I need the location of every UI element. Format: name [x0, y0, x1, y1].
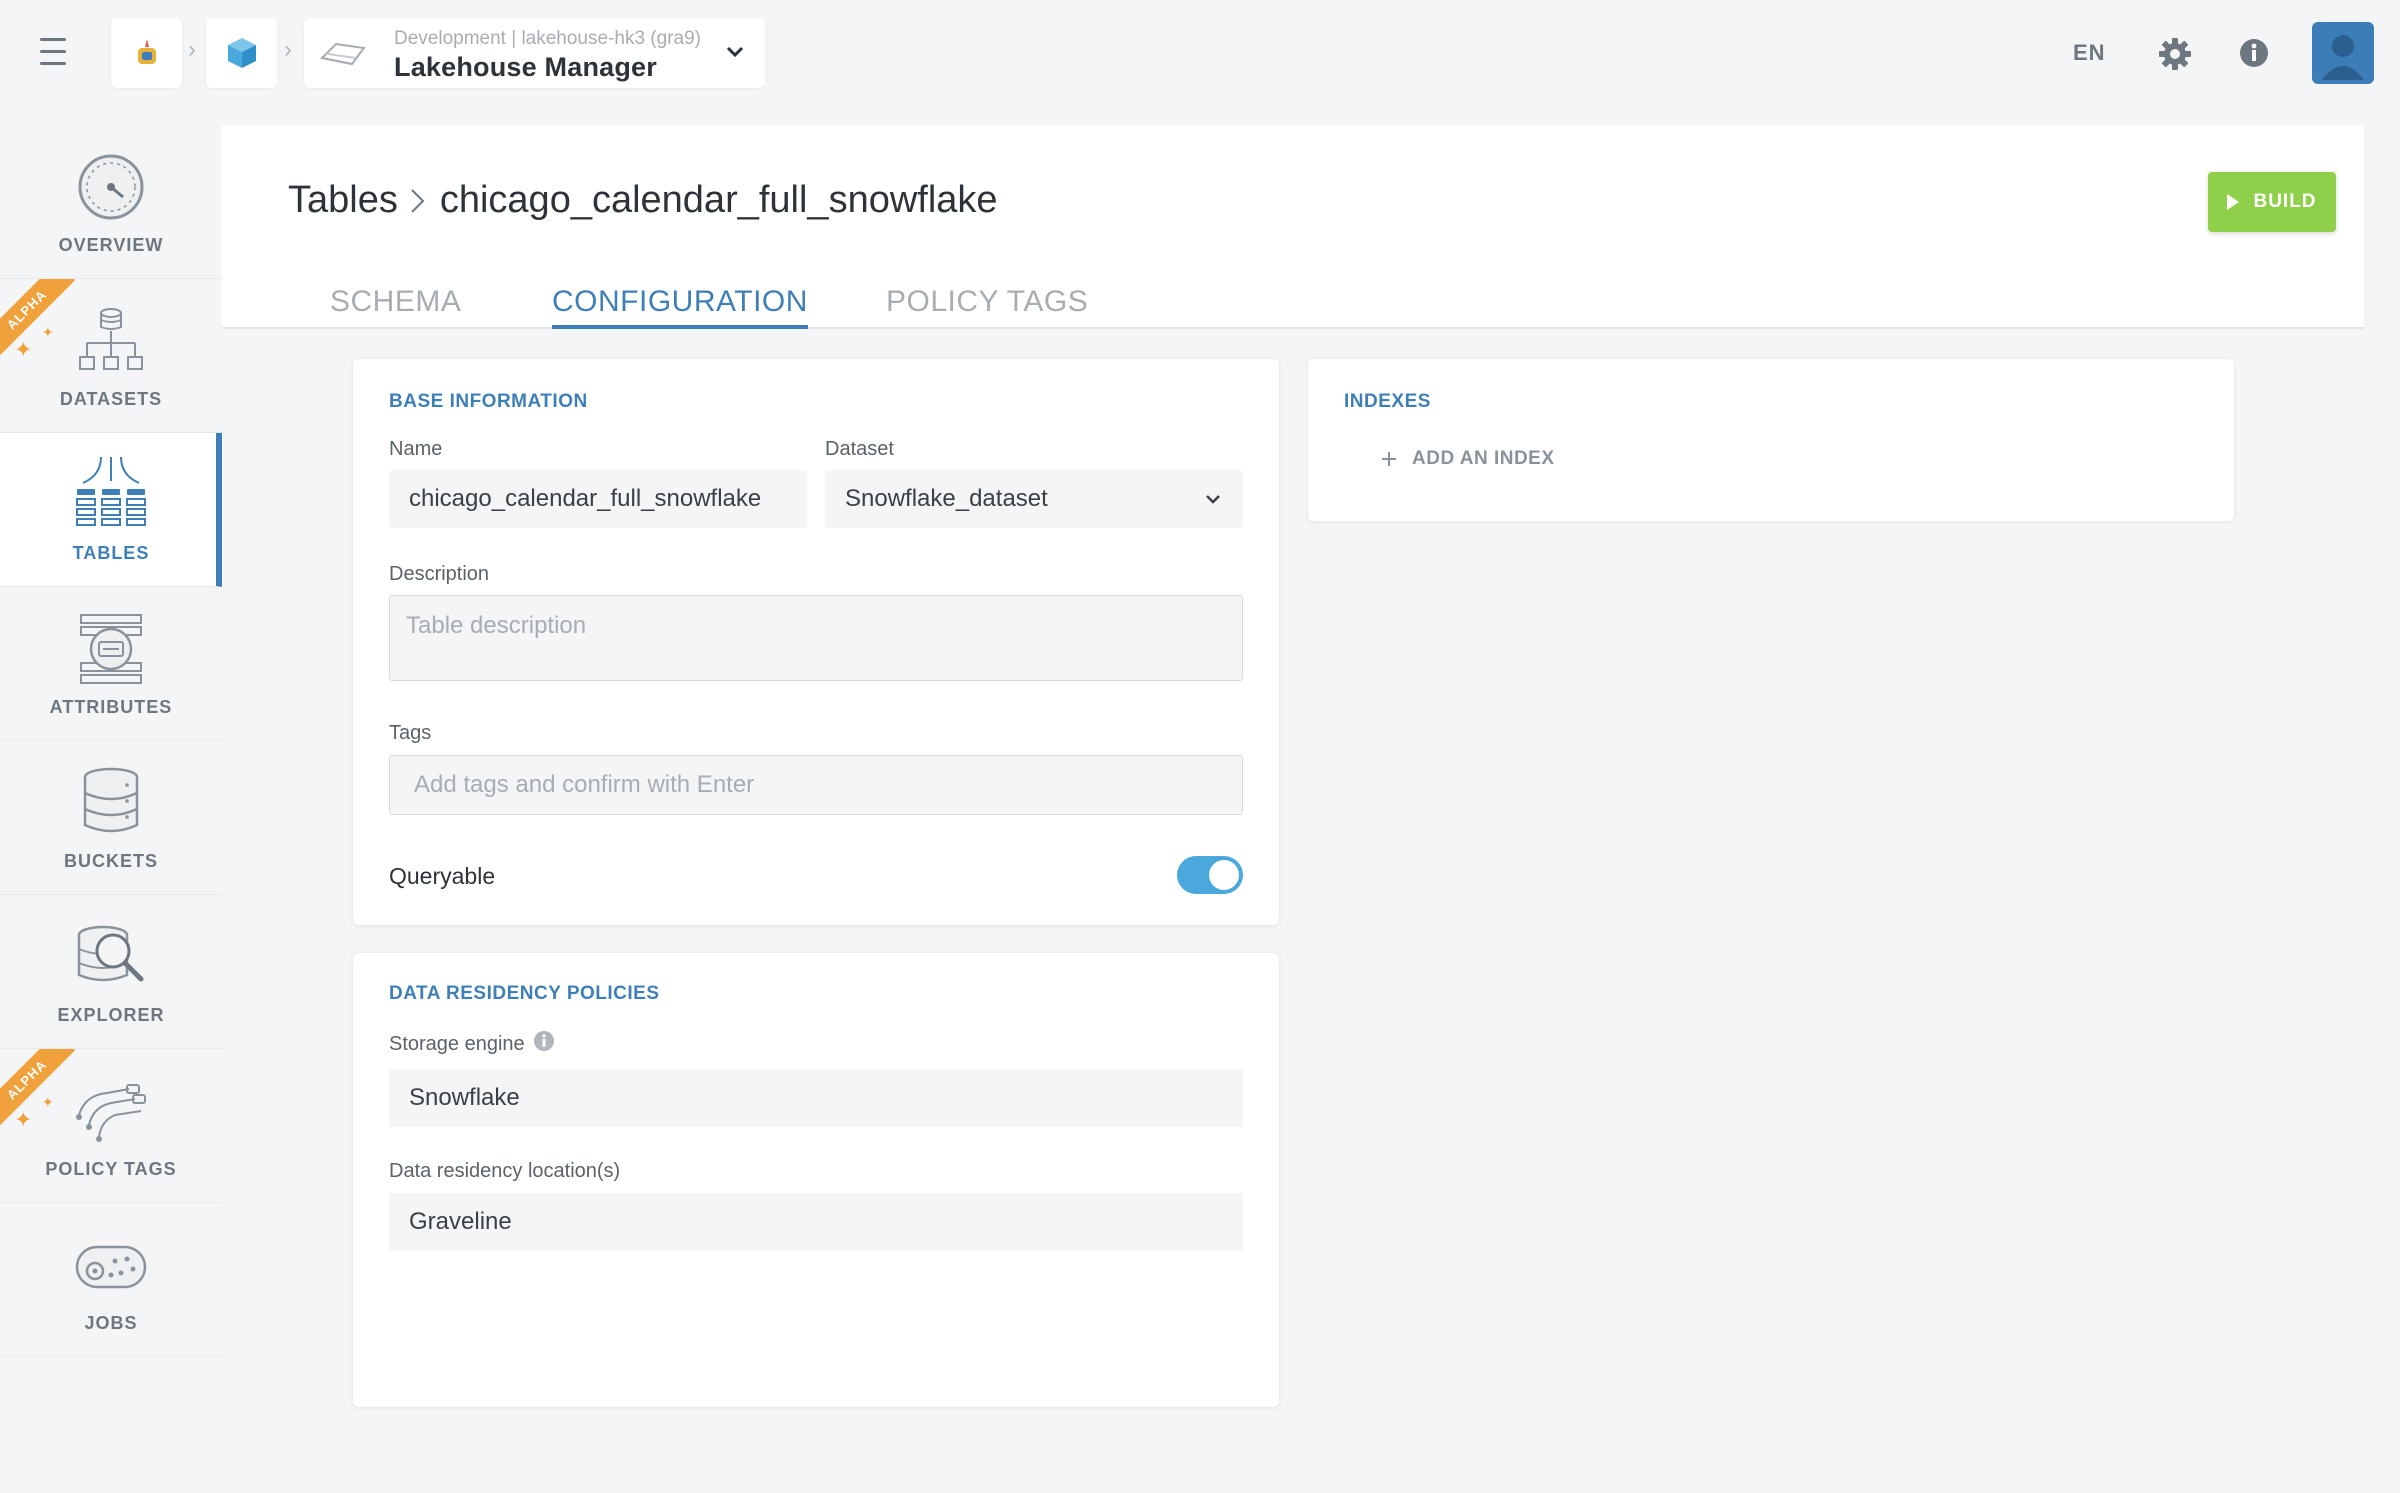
org-logo-icon [137, 39, 156, 64]
queryable-toggle[interactable] [1177, 856, 1243, 894]
tab-schema[interactable]: SCHEMA [330, 285, 461, 329]
crumb-separator: › [284, 36, 292, 63]
user-avatar[interactable] [2312, 22, 2374, 84]
sidebar: OVERVIEW ALPHA ✦ ✦ DATASETS TABLES ATTRI… [0, 125, 222, 1357]
alpha-badge: ALPHA [0, 1049, 80, 1129]
cube-icon [227, 38, 256, 68]
card-title: BASE INFORMATION [389, 391, 588, 412]
gear-icon[interactable] [2157, 36, 2193, 72]
top-bar: › › Development | lakehouse-hk3 (gra9) L… [0, 0, 2400, 110]
sidebar-item-attributes[interactable]: ATTRIBUTES [0, 587, 222, 741]
tags-label: Tags [389, 722, 432, 744]
info-icon[interactable] [2238, 37, 2270, 69]
sidebar-item-label: JOBS [84, 1313, 138, 1333]
app-selector[interactable]: Development | lakehouse-hk3 (gra9) Lakeh… [304, 18, 765, 88]
storage-engine-field: Snowflake [389, 1069, 1243, 1127]
tags-input[interactable]: Add tags and confirm with Enter [389, 755, 1243, 815]
name-label: Name [389, 438, 443, 460]
sparkle-icon: ✦ [14, 337, 33, 362]
chevron-down-icon [726, 46, 744, 58]
chevron-down-icon [1206, 495, 1220, 504]
database-bucket-icon [83, 767, 139, 833]
build-button[interactable]: BUILD [2208, 172, 2336, 232]
sidebar-item-label: POLICY TAGS [45, 1159, 177, 1179]
queryable-label: Queryable [389, 863, 496, 889]
lakehouse-icon [319, 42, 366, 66]
play-icon [2227, 194, 2240, 210]
build-button-label: BUILD [2253, 191, 2317, 212]
sidebar-item-policy-tags[interactable]: ALPHA ✦ ✦ POLICY TAGS [0, 1049, 222, 1203]
sidebar-item-label: EXPLORER [57, 1005, 165, 1025]
speedometer-icon [78, 154, 144, 220]
add-index-button[interactable]: ADD AN INDEX [1380, 448, 1555, 470]
name-input[interactable]: chicago_calendar_full_snowflake [389, 470, 807, 528]
page-title: chicago_calendar_full_snowflake [439, 179, 998, 221]
residency-location-label: Data residency location(s) [389, 1160, 621, 1182]
sparkle-icon: ✦ [42, 324, 54, 340]
data-residency-card: DATA RESIDENCY POLICIES Storage engine S… [353, 953, 1279, 1407]
description-label: Description [389, 563, 490, 585]
hamburger-menu-icon[interactable] [40, 38, 76, 70]
sidebar-item-jobs[interactable]: JOBS [0, 1203, 222, 1357]
language-switch[interactable]: EN [2073, 40, 2106, 66]
breadcrumb: Tables chicago_calendar_full_snowflake [288, 179, 998, 222]
breadcrumb-tables-link[interactable]: Tables [288, 179, 398, 222]
sidebar-item-label: DATASETS [59, 389, 163, 409]
tables-icon [76, 456, 146, 526]
project-logo-button[interactable] [206, 18, 277, 88]
sparkle-icon: ✦ [42, 1094, 54, 1110]
sidebar-item-label: TABLES [72, 543, 150, 563]
storage-engine-label: Storage engine [389, 1033, 525, 1055]
sidebar-item-label: ATTRIBUTES [49, 697, 173, 717]
sidebar-item-datasets[interactable]: ALPHA ✦ ✦ DATASETS [0, 279, 222, 433]
base-information-card: BASE INFORMATION Name chicago_calendar_f… [353, 359, 1279, 925]
card-title: DATA RESIDENCY POLICIES [389, 983, 660, 1004]
sparkle-icon: ✦ [14, 1107, 33, 1132]
dataset-tree-icon [79, 308, 143, 370]
environment-label: Development | lakehouse-hk3 (gra9) [394, 28, 701, 49]
plus-icon [1382, 452, 1396, 466]
card-title: INDEXES [1344, 391, 1431, 412]
dataset-select[interactable]: Snowflake_dataset [825, 470, 1243, 528]
tab-configuration[interactable]: CONFIGURATION [552, 285, 808, 329]
app-name: Lakehouse Manager [394, 52, 657, 82]
user-icon [2322, 35, 2364, 80]
indexes-card: INDEXES ADD AN INDEX [1308, 359, 2234, 521]
sidebar-item-label: BUCKETS [63, 851, 158, 871]
chevron-right-icon [411, 188, 425, 213]
add-index-label: ADD AN INDEX [1412, 448, 1555, 469]
dataset-label: Dataset [825, 438, 894, 460]
toggle-knob [1209, 860, 1239, 890]
sidebar-item-overview[interactable]: OVERVIEW [0, 125, 222, 279]
org-logo-button[interactable] [111, 18, 182, 88]
page-header: Tables chicago_calendar_full_snowflake B… [222, 125, 2364, 329]
residency-location-field: Graveline [389, 1193, 1243, 1251]
description-textarea[interactable]: Table description [389, 595, 1243, 681]
attributes-icon [80, 614, 142, 684]
sidebar-item-tables[interactable]: TABLES [0, 433, 222, 587]
main-panel: Tables chicago_calendar_full_snowflake B… [222, 125, 2364, 1493]
policy-tags-icon [76, 1084, 146, 1142]
sidebar-item-explorer[interactable]: EXPLORER [0, 895, 222, 1049]
tab-policy-tags[interactable]: POLICY TAGS [886, 285, 1088, 329]
jobs-conveyor-icon [75, 1245, 147, 1289]
info-icon[interactable] [533, 1030, 555, 1052]
tab-bar: SCHEMA CONFIGURATION POLICY TAGS [222, 285, 2364, 329]
sidebar-item-label: OVERVIEW [58, 235, 164, 255]
magnifier-database-icon [77, 925, 144, 982]
sidebar-item-buckets[interactable]: BUCKETS [0, 741, 222, 895]
alpha-badge: ALPHA [0, 279, 80, 359]
crumb-separator: › [188, 36, 196, 63]
